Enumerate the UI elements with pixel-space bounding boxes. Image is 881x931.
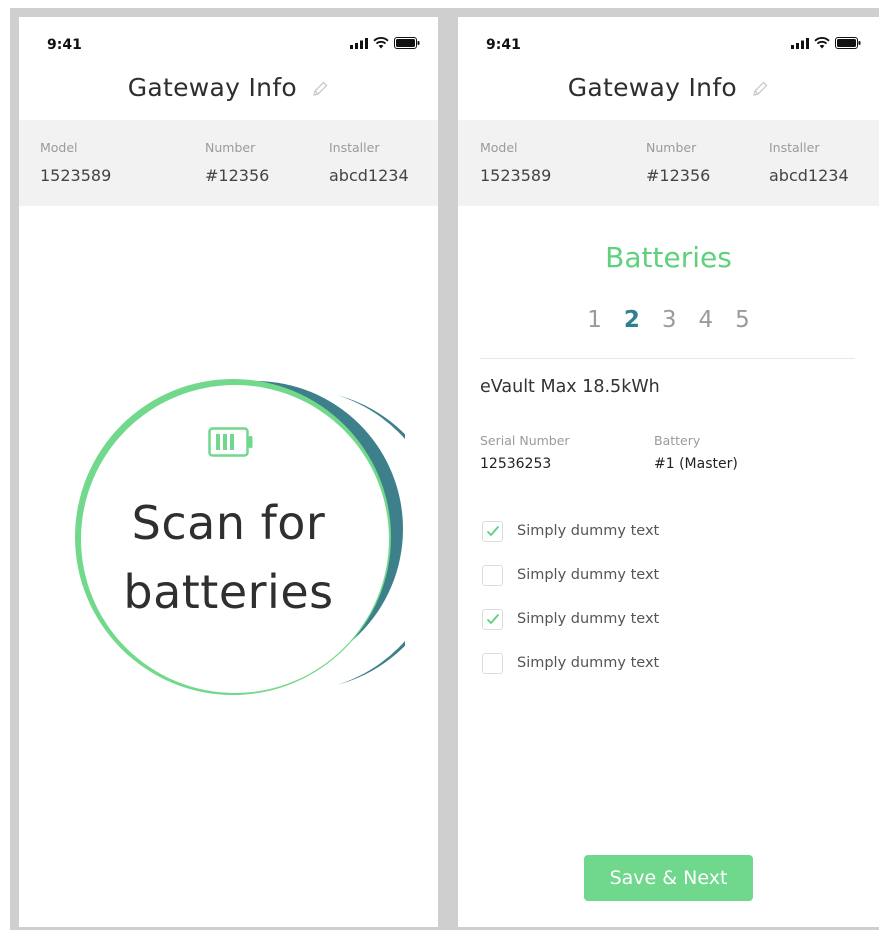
page-title-text: Gateway Info — [567, 73, 738, 102]
save-next-button[interactable]: Save & Next — [584, 855, 753, 901]
checkbox[interactable] — [482, 608, 503, 630]
checklist-label: Simply dummy text — [517, 611, 660, 627]
number-label: Number — [646, 140, 697, 155]
installer-info: Installer abcd1234 — [769, 140, 849, 185]
checklist-item[interactable]: Simply dummy text — [482, 509, 659, 553]
battery-label: Battery — [654, 433, 701, 448]
section-title: Batteries — [605, 241, 732, 274]
batteries-screen: 9:41 Gateway Info Model 1523589 Number #… — [458, 17, 879, 927]
number-info: Number #12356 — [205, 140, 269, 185]
checklist-label: Simply dummy text — [517, 655, 660, 671]
installer-value: abcd1234 — [769, 166, 849, 185]
number-info: Number #12356 — [646, 140, 710, 185]
checklist-item[interactable]: Simply dummy text — [482, 641, 659, 685]
page-5[interactable]: 5 — [735, 307, 750, 333]
number-value: #12356 — [205, 166, 270, 185]
checklist-item[interactable]: Simply dummy text — [482, 597, 659, 641]
model-info: Model 1523589 — [480, 140, 551, 185]
installer-label: Installer — [329, 140, 380, 155]
page-title: Gateway Info — [458, 73, 879, 104]
page-4[interactable]: 4 — [699, 307, 714, 333]
status-time: 9:41 — [47, 37, 82, 53]
model-value: 1523589 — [40, 166, 112, 185]
model-label: Model — [480, 140, 518, 155]
checkmark-icon — [486, 613, 499, 625]
battery-icon — [208, 427, 254, 461]
page-title-text: Gateway Info — [127, 73, 298, 102]
status-icons — [350, 37, 420, 49]
status-time: 9:41 — [486, 37, 521, 53]
signal-icon — [791, 37, 809, 49]
page-3[interactable]: 3 — [662, 307, 677, 333]
battery-pager: 1 2 3 4 5 — [458, 307, 879, 333]
model-value: 1523589 — [480, 166, 552, 185]
page-1[interactable]: 1 — [587, 307, 602, 333]
pencil-icon[interactable] — [311, 75, 329, 104]
number-value: #12356 — [646, 166, 711, 185]
number-label: Number — [205, 140, 256, 155]
pencil-icon[interactable] — [751, 75, 769, 104]
checkbox[interactable] — [482, 520, 503, 542]
checkmark-icon — [486, 525, 499, 537]
page-2[interactable]: 2 — [624, 307, 640, 333]
checklist-label: Simply dummy text — [517, 523, 660, 539]
product-name: eVault Max 18.5kWh — [480, 377, 660, 397]
checklist-label: Simply dummy text — [517, 567, 660, 583]
page-title: Gateway Info — [19, 73, 438, 104]
installer-info: Installer abcd1234 — [329, 140, 409, 185]
gateway-info-band: Model 1523589 Number #12356 Installer ab… — [458, 120, 879, 206]
gateway-info-band: Model 1523589 Number #12356 Installer ab… — [19, 120, 438, 206]
installer-value: abcd1234 — [329, 166, 409, 185]
scan-screen: 9:41 Gateway Info Model 1523589 Number #… — [19, 17, 438, 927]
serial-detail: Serial Number 12536253 — [480, 433, 570, 472]
status-icons — [791, 37, 861, 49]
checkbox[interactable] — [482, 652, 503, 674]
checklist: Simply dummy text Simply dummy text Simp… — [482, 509, 659, 685]
checklist-item[interactable]: Simply dummy text — [482, 553, 659, 597]
wifi-icon — [814, 37, 830, 49]
signal-icon — [350, 37, 368, 49]
checkbox[interactable] — [482, 564, 503, 586]
model-info: Model 1523589 — [40, 140, 111, 185]
model-label: Model — [40, 140, 78, 155]
scan-label[interactable]: Scan for batteries — [19, 489, 438, 627]
battery-value: #1 (Master) — [654, 456, 738, 472]
divider — [480, 358, 855, 359]
serial-value: 12536253 — [480, 456, 552, 472]
installer-label: Installer — [769, 140, 820, 155]
battery-detail: Battery #1 (Master) — [654, 433, 738, 472]
scan-label-line1: Scan for — [131, 496, 326, 550]
battery-status-icon — [835, 37, 861, 49]
battery-status-icon — [394, 37, 420, 49]
wifi-icon — [373, 37, 389, 49]
serial-label: Serial Number — [480, 433, 570, 448]
scan-label-line2: batteries — [123, 565, 334, 619]
